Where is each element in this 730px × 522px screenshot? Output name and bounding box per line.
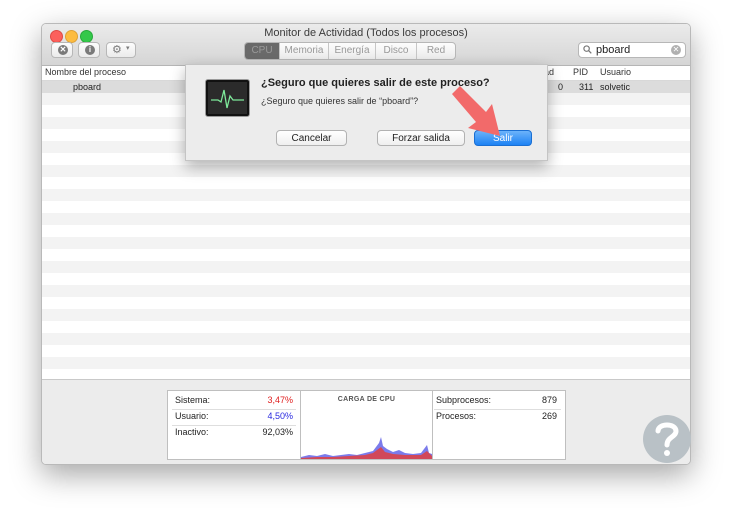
title-bar: Monitor de Actividad (Todos los procesos… bbox=[42, 24, 690, 66]
process-value: 0 bbox=[558, 82, 564, 92]
tab-cpu[interactable]: CPU bbox=[245, 43, 280, 59]
cpu-stats-panel: Sistema: 3,47% Usuario: 4,50% Inactivo: … bbox=[167, 390, 566, 460]
category-tabs: CPU Memoria Energía Disco Red bbox=[244, 42, 456, 60]
subprocesos-value: 879 bbox=[541, 395, 557, 405]
divider bbox=[172, 409, 296, 410]
usuario-label: Usuario: bbox=[175, 411, 209, 421]
divider bbox=[434, 409, 561, 410]
tab-memoria[interactable]: Memoria bbox=[280, 43, 329, 59]
process-user: solvetic bbox=[600, 82, 631, 92]
sistema-value: 3,47% bbox=[267, 395, 293, 405]
search-icon bbox=[583, 45, 592, 54]
window-title: Monitor de Actividad (Todos los procesos… bbox=[264, 27, 468, 39]
process-name: pboard bbox=[73, 82, 102, 92]
divider bbox=[172, 425, 296, 426]
arrow-annotation-icon bbox=[452, 86, 500, 136]
cancel-button[interactable]: Cancelar bbox=[276, 130, 347, 146]
inactivo-value: 92,03% bbox=[262, 427, 293, 437]
pulse-icon bbox=[211, 89, 244, 109]
info-icon: i bbox=[85, 45, 95, 55]
tab-energia[interactable]: Energía bbox=[329, 43, 376, 59]
usuario-value: 4,50% bbox=[267, 411, 293, 421]
info-button[interactable]: i bbox=[78, 42, 100, 58]
close-icon: ✕ bbox=[58, 45, 68, 55]
column-pid[interactable]: PID bbox=[573, 67, 588, 77]
clear-search-icon[interactable]: ✕ bbox=[671, 45, 681, 55]
column-process-name[interactable]: Nombre del proceso bbox=[45, 67, 126, 77]
cpu-load-graph: CARGA DE CPU bbox=[300, 391, 433, 459]
tab-disco[interactable]: Disco bbox=[376, 43, 417, 59]
process-pid: 311 bbox=[579, 82, 594, 92]
subprocesos-label: Subprocesos: bbox=[436, 395, 492, 405]
column-user[interactable]: Usuario bbox=[600, 67, 631, 77]
search-input[interactable]: pboard ✕ bbox=[578, 42, 686, 58]
dialog-message: ¿Seguro que quieres salir de “pboard”? bbox=[261, 96, 419, 106]
activity-monitor-icon bbox=[205, 79, 250, 117]
gear-icon: ⚙ bbox=[112, 44, 122, 56]
actions-menu-button[interactable]: ⚙ ▾ bbox=[106, 42, 136, 58]
watermark-logo bbox=[643, 415, 691, 463]
tab-red[interactable]: Red bbox=[417, 43, 455, 59]
chevron-down-icon: ▾ bbox=[126, 45, 130, 52]
cpu-load-sparkline bbox=[301, 437, 432, 459]
sistema-label: Sistema: bbox=[175, 395, 211, 405]
quit-process-button[interactable]: ✕ bbox=[51, 42, 73, 58]
procesos-label: Procesos: bbox=[436, 411, 477, 421]
inactivo-label: Inactivo: bbox=[175, 427, 209, 437]
procesos-value: 269 bbox=[541, 411, 557, 421]
search-value: pboard bbox=[596, 44, 631, 56]
stats-area: Sistema: 3,47% Usuario: 4,50% Inactivo: … bbox=[42, 379, 690, 464]
